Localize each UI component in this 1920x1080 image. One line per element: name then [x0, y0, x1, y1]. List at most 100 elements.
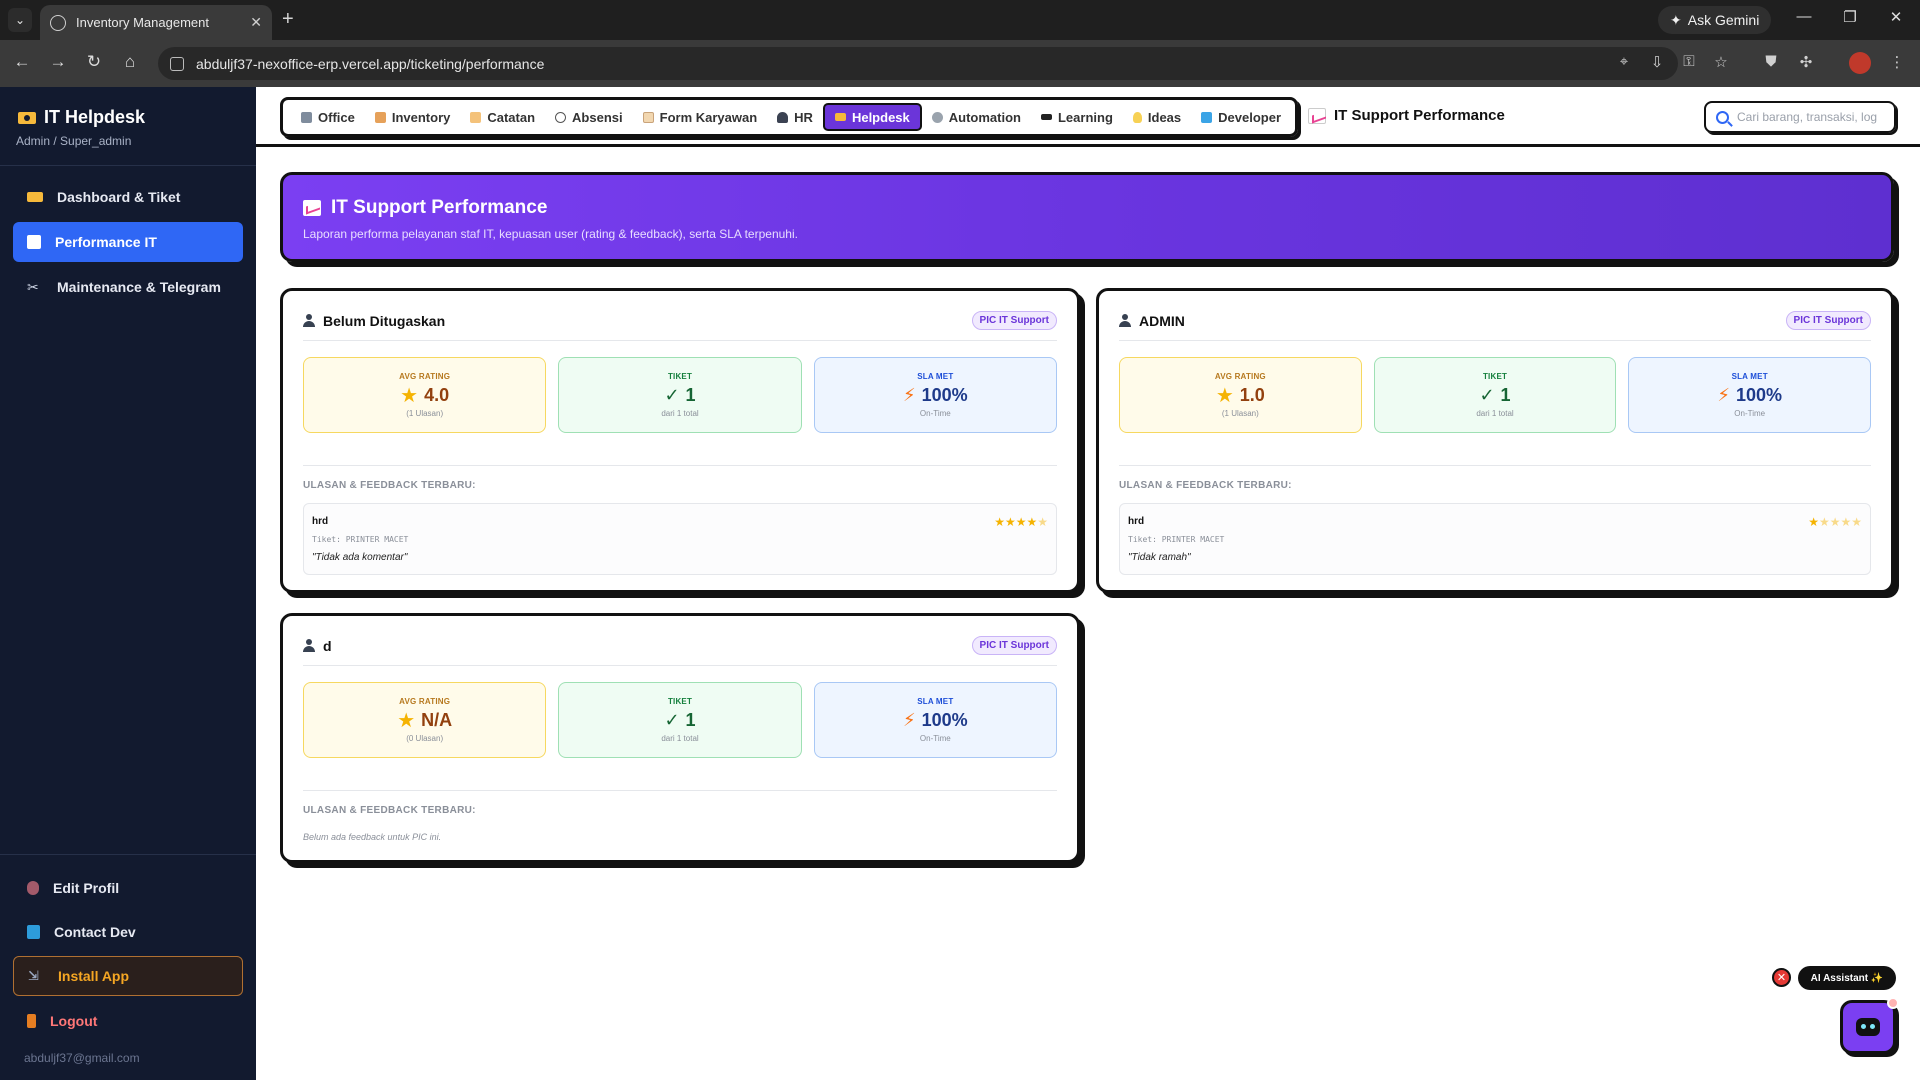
empty-feedback-text: Belum ada feedback untuk PIC ini.	[303, 832, 442, 842]
pic-card: ADMIN PIC IT Support AVG RATING ★ 1.0 (1 …	[1096, 288, 1894, 593]
sla-value: 100%	[921, 385, 968, 405]
check-icon: ✓	[1479, 385, 1495, 405]
install-app-icon[interactable]: ⇩	[1645, 53, 1669, 71]
check-icon: ✓	[664, 385, 680, 405]
page-label: IT Support Performance	[1308, 107, 1505, 124]
key-icon[interactable]: ⚿	[1677, 53, 1701, 70]
back-arrow-icon[interactable]: ←	[10, 52, 34, 72]
forward-arrow-icon[interactable]: →	[46, 52, 70, 72]
ask-gemini-button[interactable]: ✦ Ask Gemini	[1658, 6, 1772, 34]
hero-title-row: IT Support Performance	[303, 197, 1871, 219]
extensions-puzzle-icon[interactable]: ✣	[1794, 53, 1818, 71]
feedback-title: ULASAN & FEEDBACK TERBARU:	[1119, 480, 1292, 491]
install-app-button[interactable]: ⇲ Install App	[13, 956, 243, 996]
ai-assistant-button[interactable]	[1840, 997, 1899, 1054]
tiket-stat: TIKET ✓ 1 dari 1 total	[558, 682, 802, 758]
tab-label: Inventory	[391, 109, 451, 125]
extension-shield-icon[interactable]: ⛊	[1759, 53, 1783, 70]
reload-icon[interactable]: ↻	[82, 52, 106, 72]
tab-catatan[interactable]: Catatan	[460, 103, 545, 131]
tab-automation[interactable]: Automation	[922, 103, 1031, 131]
clock-icon	[555, 111, 567, 123]
tab-label: Office	[318, 109, 355, 125]
clipboard-icon	[642, 111, 654, 123]
review-stars: ★★★★★	[1808, 515, 1862, 529]
tab-inventory[interactable]: Inventory	[365, 103, 461, 131]
stat-value-row: ★ 4.0	[400, 385, 449, 406]
stat-label: AVG RATING	[399, 697, 451, 706]
tab-search-chevron-icon[interactable]: ⌄	[8, 8, 32, 32]
tab-form-karyawan[interactable]: Form Karyawan	[633, 103, 768, 131]
menu-dots-icon[interactable]: ⋮	[1885, 53, 1909, 71]
logout-button[interactable]: Logout	[13, 1001, 243, 1041]
stat-sub: dari 1 total	[661, 734, 699, 743]
site-info-icon[interactable]	[170, 56, 184, 71]
sidebar-item-performance[interactable]: Performance IT	[13, 222, 243, 262]
lightning-icon: ⚡	[902, 385, 916, 405]
stat-value-row: ✓ 1	[664, 710, 695, 731]
avg-rating-stat: AVG RATING ★ 1.0 (1 Ulasan)	[1119, 357, 1362, 433]
sla-stat: SLA MET ⚡ 100% On-Time	[813, 682, 1057, 758]
sla-value: 100%	[1735, 385, 1783, 405]
divider	[1119, 465, 1871, 466]
stats-row: AVG RATING ★ N/A (0 Ulasan) TIKET ✓ 1 dari…	[303, 682, 1057, 758]
close-ai-icon[interactable]: ✕	[1772, 968, 1791, 987]
close-tab-icon[interactable]: ✕	[250, 14, 262, 31]
pic-name-row: ADMIN	[1119, 313, 1185, 329]
stat-label: TIKET	[1482, 372, 1508, 381]
sidebar-item-label: Logout	[50, 1013, 98, 1029]
tab-label: Ideas	[1147, 109, 1182, 125]
tab-office[interactable]: Office	[291, 103, 365, 131]
hero-subtitle: Laporan performa pelayanan staf IT, kepu…	[303, 227, 798, 241]
restore-icon[interactable]: ❐	[1835, 8, 1865, 26]
tab-ideas[interactable]: Ideas	[1123, 103, 1191, 131]
memo-icon	[470, 111, 482, 123]
hero-title: IT Support Performance	[331, 197, 548, 218]
review-comment: "Tidak ramah"	[1128, 552, 1191, 563]
tiket-value: 1	[1500, 385, 1511, 405]
sidebar-item-label: Edit Profil	[53, 880, 120, 896]
tab-label: HR	[794, 109, 813, 125]
stat-value-row: ★ N/A	[397, 710, 452, 731]
sidebar-item-label: Maintenance & Telegram	[57, 279, 221, 295]
page-label-text: IT Support Performance	[1334, 107, 1505, 124]
bookmark-star-icon[interactable]: ☆	[1709, 53, 1733, 71]
review-comment: "Tidak ada komentar"	[312, 552, 408, 563]
book-icon	[1201, 111, 1213, 123]
review-item: hrd ★★★★★ Tiket: PRINTER MACET "Tidak ad…	[303, 503, 1057, 575]
browser-tab[interactable]: Inventory Management ✕	[40, 5, 272, 40]
sidebar-item-edit-profil[interactable]: Edit Profil	[13, 868, 243, 908]
stat-label: AVG RATING	[1214, 372, 1266, 381]
stat-value-row: ⚡ 100%	[903, 385, 968, 406]
stat-sub: dari 1 total	[661, 409, 699, 418]
tab-helpdesk[interactable]: Helpdesk	[822, 103, 922, 131]
stat-sub: (1 Ulasan)	[406, 409, 444, 418]
new-tab-plus-icon[interactable]: +	[282, 8, 294, 30]
profile-avatar[interactable]	[1849, 52, 1871, 74]
tab-developer[interactable]: Developer	[1191, 103, 1291, 131]
search-icon	[1716, 110, 1729, 124]
star-empty-icon: ★★★★	[1818, 515, 1862, 529]
card-header: ADMIN PIC IT Support	[1119, 311, 1871, 341]
info-icon	[27, 925, 40, 939]
tab-hr[interactable]: HR	[767, 103, 823, 131]
sidebar-item-contact-dev[interactable]: Contact Dev	[13, 912, 243, 952]
tab-learning[interactable]: Learning	[1031, 103, 1123, 131]
sidebar-item-dashboard[interactable]: Dashboard & Tiket	[13, 177, 243, 217]
feedback-title: ULASAN & FEEDBACK TERBARU:	[303, 805, 476, 816]
search-input[interactable]	[1737, 110, 1877, 124]
tab-label: Automation	[948, 109, 1021, 125]
address-bar[interactable]: abduljf37-nexoffice-erp.vercel.app/ticke…	[158, 47, 1678, 80]
sidebar-item-maintenance[interactable]: ✂ Maintenance & Telegram	[13, 267, 243, 307]
close-window-icon[interactable]: ✕	[1881, 8, 1911, 26]
tab-absensi[interactable]: Absensi	[545, 103, 633, 131]
home-icon[interactable]: ⌂	[118, 52, 142, 72]
lightning-icon: ⚡	[1717, 385, 1730, 405]
tab-label: Helpdesk	[851, 109, 910, 125]
star-icon: ★	[400, 384, 419, 407]
minimize-icon[interactable]: —	[1789, 8, 1819, 25]
ai-assistant-label[interactable]: AI Assistant ✨	[1798, 966, 1896, 990]
building-icon	[301, 111, 312, 123]
url-text: abduljf37-nexoffice-erp.vercel.app/ticke…	[196, 55, 545, 72]
location-icon[interactable]: ⌖	[1612, 53, 1636, 70]
